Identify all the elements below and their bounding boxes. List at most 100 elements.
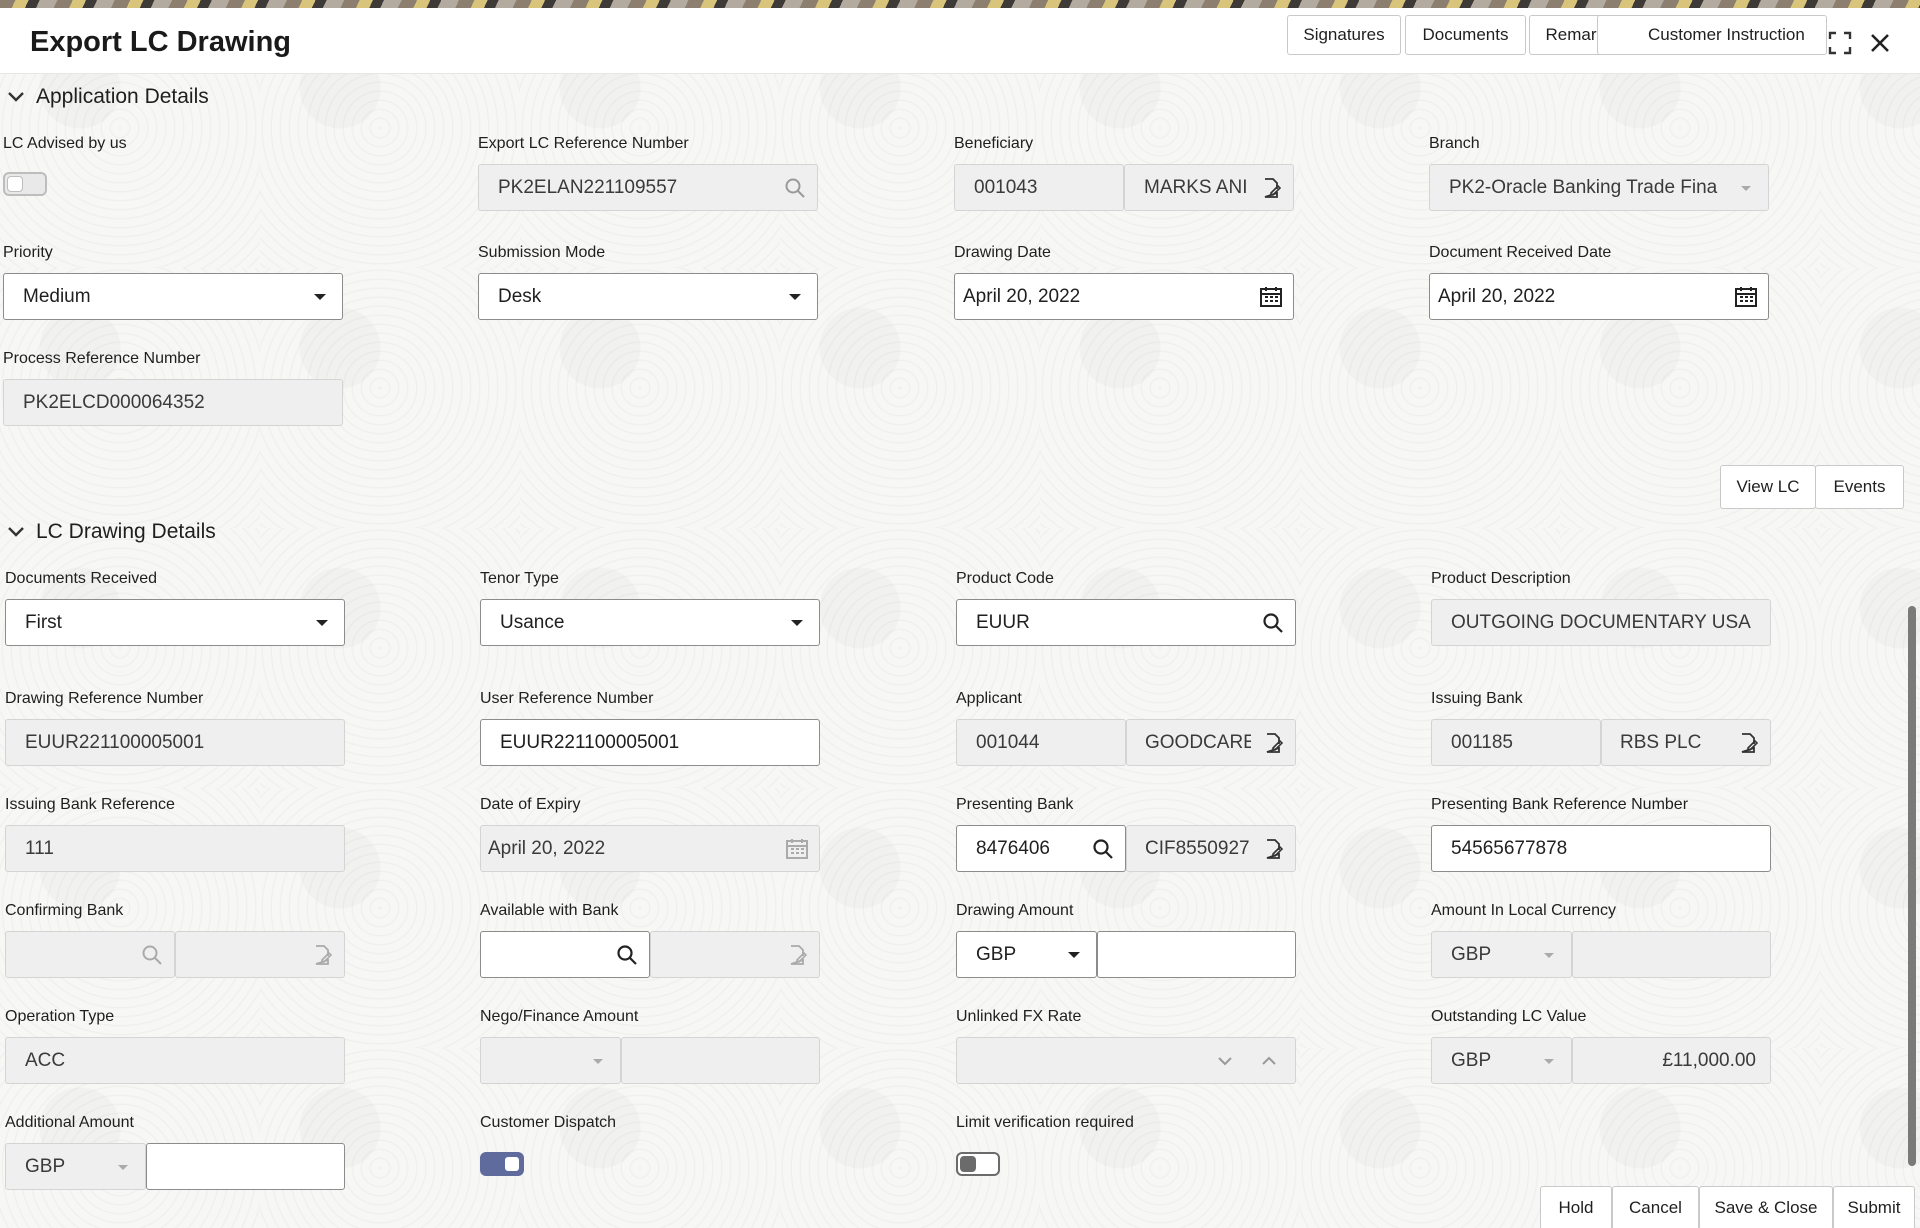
confirming-bank-label: Confirming Bank [5,902,123,920]
vertical-scrollbar[interactable] [1906,82,1916,1182]
hold-button[interactable]: Hold [1540,1186,1612,1228]
presenting-bank-id-field[interactable]: 8476406 [956,825,1126,872]
edit-document-icon[interactable] [1726,720,1770,765]
submission-mode-select[interactable]: Desk [478,273,818,320]
available-bank-id-field[interactable] [480,931,650,978]
unlinked-fx-rate-label: Unlinked FX Rate [956,1008,1081,1026]
available-bank-name-field[interactable] [650,931,820,978]
local-currency-amount-field[interactable] [1572,931,1771,978]
lc-advised-toggle[interactable] [3,172,47,196]
submit-button[interactable]: Submit [1833,1186,1915,1228]
documents-button[interactable]: Documents [1405,15,1526,55]
search-icon[interactable] [1081,826,1125,871]
presenting-bank-ref-field[interactable]: 54565677878 [1431,825,1771,872]
caret-down-icon [101,1144,145,1189]
view-lc-button[interactable]: View LC [1720,465,1816,509]
presenting-bank-label: Presenting Bank [956,796,1073,814]
additional-amount-label: Additional Amount [5,1114,134,1132]
drawing-ref-field[interactable]: EUUR221100005001 [5,719,345,766]
product-description-field[interactable]: OUTGOING DOCUMENTARY USANCE [1431,599,1771,646]
outstanding-currency-select[interactable]: GBP [1431,1037,1572,1084]
drawing-amount-label: Drawing Amount [956,902,1073,920]
documents-received-select[interactable]: First [5,599,345,646]
application-details-header[interactable]: Application Details [4,85,209,109]
limit-verification-toggle[interactable] [956,1152,1000,1176]
calendar-icon[interactable] [1249,274,1293,319]
priority-select[interactable]: Medium [3,273,343,320]
beneficiary-name-field[interactable]: MARKS ANI [1124,164,1294,211]
process-ref-field[interactable]: PK2ELCD000064352 [3,379,343,426]
additional-currency-select[interactable]: GBP [5,1143,146,1190]
confirming-bank-name-field[interactable] [175,931,345,978]
applicant-id-field[interactable]: 001044 [956,719,1126,766]
additional-amount-input[interactable] [146,1143,345,1190]
calendar-icon[interactable] [1724,274,1768,319]
presenting-bank-name-field[interactable]: CIF8550927 [1126,825,1296,872]
customer-dispatch-toggle[interactable] [480,1152,524,1176]
tenor-type-select[interactable]: Usance [480,599,820,646]
scrollbar-thumb[interactable] [1908,606,1916,1166]
submission-mode-label: Submission Mode [478,244,605,262]
outstanding-value-field[interactable]: £11,000.00 [1572,1037,1771,1084]
edit-document-icon[interactable] [1251,720,1295,765]
caret-down-icon [298,274,342,319]
chevron-down-icon [4,85,28,109]
issuing-bank-name-field[interactable]: RBS PLC [1601,719,1771,766]
search-icon [130,932,174,977]
doc-received-date-label: Document Received Date [1429,244,1611,262]
export-lc-drawing-window: Export LC Drawing Signatures Documents R… [0,8,1920,1228]
edit-document-icon [775,932,819,977]
drawing-amount-currency-select[interactable]: GBP [956,931,1097,978]
available-with-bank-label: Available with Bank [480,902,618,920]
beneficiary-label: Beneficiary [954,135,1033,153]
doc-received-date-field[interactable]: April 20, 2022 [1429,273,1769,320]
cancel-button[interactable]: Cancel [1612,1186,1699,1228]
save-close-button[interactable]: Save & Close [1699,1186,1833,1228]
nego-currency-select[interactable] [480,1037,621,1084]
events-button[interactable]: Events [1815,465,1904,509]
signatures-button[interactable]: Signatures [1287,15,1401,55]
drawing-date-field[interactable]: April 20, 2022 [954,273,1294,320]
outstanding-lc-value-label: Outstanding LC Value [1431,1008,1586,1026]
edit-document-icon [300,932,344,977]
customer-instruction-button[interactable]: Customer Instruction [1597,15,1827,55]
presenting-bank-ref-label: Presenting Bank Reference Number [1431,796,1688,814]
issuing-bank-ref-label: Issuing Bank Reference [5,796,175,814]
caret-down-icon [300,600,344,645]
documents-received-label: Documents Received [5,570,157,588]
lc-drawing-details-title: LC Drawing Details [36,520,216,544]
search-icon[interactable] [773,165,817,210]
date-of-expiry-label: Date of Expiry [480,796,580,814]
user-ref-field[interactable]: EUUR221100005001 [480,719,820,766]
product-code-field[interactable]: EUUR [956,599,1296,646]
local-currency-select[interactable]: GBP [1431,931,1572,978]
search-icon[interactable] [1251,600,1295,645]
issuing-bank-ref-field[interactable]: 111 [5,825,345,872]
date-of-expiry-field[interactable]: April 20, 2022 [480,825,820,872]
lc-drawing-details-header[interactable]: LC Drawing Details [4,520,216,544]
export-ref-field[interactable]: PK2ELAN221109557 [478,164,818,211]
unlinked-fx-rate-field[interactable] [956,1037,1296,1084]
issuing-bank-id-field[interactable]: 001185 [1431,719,1601,766]
edit-document-icon[interactable] [1249,165,1293,210]
search-icon[interactable] [605,932,649,977]
operation-type-field[interactable]: ACC [5,1037,345,1084]
edit-document-icon[interactable] [1251,826,1295,871]
process-ref-label: Process Reference Number [3,350,200,368]
caret-down-icon [1052,932,1096,977]
drawing-date-label: Drawing Date [954,244,1051,262]
background-banner-strip [0,0,1920,8]
drawing-amount-input[interactable] [1097,931,1296,978]
issuing-bank-label: Issuing Bank [1431,690,1523,708]
nego-amount-field[interactable] [621,1037,820,1084]
nego-finance-amount-label: Nego/Finance Amount [480,1008,638,1026]
branch-select[interactable]: PK2-Oracle Banking Trade Fina [1429,164,1769,211]
applicant-name-field[interactable]: GOODCARE [1126,719,1296,766]
drawing-ref-label: Drawing Reference Number [5,690,203,708]
maximize-icon[interactable] [1825,28,1855,58]
operation-type-label: Operation Type [5,1008,114,1026]
caret-down-icon [576,1038,620,1083]
close-icon[interactable] [1865,28,1895,58]
confirming-bank-id-field[interactable] [5,931,175,978]
beneficiary-id-field[interactable]: 001043 [954,164,1124,211]
